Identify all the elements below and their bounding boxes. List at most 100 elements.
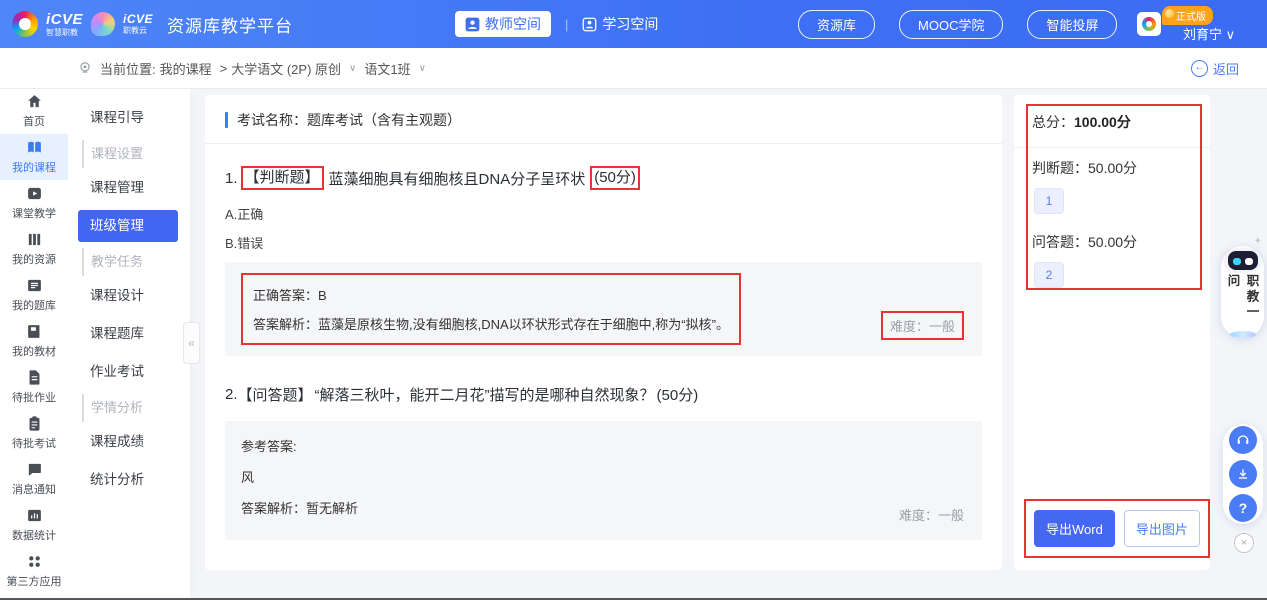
submenu-course-design[interactable]: 课程设计	[68, 280, 190, 312]
question-1-difficulty: 难度：一般	[890, 319, 955, 334]
question-1-score: (50分)	[594, 169, 636, 186]
close-icon: ×	[1241, 537, 1247, 549]
sidebar-item-pending-homework[interactable]: 待批作业	[0, 364, 68, 410]
sidebar-item-message-notice[interactable]: 消息通知	[0, 456, 68, 502]
question-1-type-tag: 【判断题】	[245, 169, 320, 186]
question-1-option-a: A.正确	[225, 204, 982, 223]
classroom-teaching-icon	[26, 185, 43, 202]
primary-sidebar: 首页 我的课程 课堂教学 我的资源 我的题库 我的教材 待批作业 待批考试 消息…	[0, 88, 69, 600]
breadcrumb-course-select[interactable]: 大学语文 (2P) 原创	[231, 59, 341, 78]
course-caret-icon[interactable]: ∨	[349, 63, 356, 74]
my-textbook-icon	[26, 323, 43, 340]
sidebar-collapse-handle[interactable]: «	[183, 322, 200, 364]
sidebar-item-third-party-apps[interactable]: 第三方应用	[0, 548, 68, 594]
icve-logo-text: iCVE 智慧职教	[46, 12, 83, 37]
qa-group-label: 问答题：50.00分	[1032, 232, 1192, 252]
question-1-number: 1.	[225, 170, 238, 187]
learning-space-icon	[582, 17, 597, 32]
question-1-correct-answer: 正确答案：B	[253, 285, 729, 304]
zjy-peacock-logo-icon	[91, 12, 115, 36]
teacher-space-label: 教师空间	[485, 14, 541, 34]
pending-exam-icon	[26, 415, 43, 432]
sidebar-item-my-question-bank[interactable]: 我的题库	[0, 272, 68, 318]
question-2-analysis: 答案解析：暂无解析	[241, 498, 966, 517]
submenu-course-grades[interactable]: 课程成绩	[68, 426, 190, 458]
close-toolbar-button[interactable]: ×	[1234, 533, 1254, 553]
sidebar-item-my-textbook[interactable]: 我的教材	[0, 318, 68, 364]
sidebar-item-home[interactable]: 首页	[0, 88, 68, 134]
exam-preview-panel: 考试名称：题库考试（含有主观题） 1. 【判断题】 蓝藻细胞具有细胞核且DNA分…	[205, 95, 1002, 570]
my-courses-icon	[26, 139, 43, 156]
total-score-row: 总分：100.00分	[1014, 95, 1210, 132]
sidebar-item-my-courses[interactable]: 我的课程	[0, 134, 68, 180]
breadcrumb-bar: 当前位置: 我的课程 > 大学语文 (2P) 原创 ∨ 语文1班 ∨ ← 返回	[0, 48, 1267, 89]
download-icon	[1235, 466, 1251, 482]
user-menu[interactable]: 刘育宁 ∨	[1183, 24, 1235, 43]
submenu-class-management[interactable]: 班级管理	[78, 210, 178, 242]
breadcrumb-class-select[interactable]: 语文1班	[364, 59, 410, 78]
resource-library-button[interactable]: 资源库	[798, 10, 875, 39]
question-1-option-b: B.错误	[225, 233, 982, 252]
questions-area: 1. 【判断题】 蓝藻细胞具有细胞核且DNA分子呈环状 (50分) A.正确 B…	[205, 166, 1002, 540]
question-2-title: 2. 【问答题】 “解落三秋叶，能开二月花”描写的是哪种自然现象？ (50分)	[225, 384, 982, 405]
sidebar-item-classroom-teaching[interactable]: 课堂教学	[0, 180, 68, 226]
pending-homework-icon	[26, 369, 43, 386]
customer-service-button[interactable]	[1229, 426, 1257, 454]
tab-learning-space[interactable]: 学习空间	[582, 14, 658, 34]
submenu-section-teaching-tasks: 教学任务	[82, 248, 190, 276]
question-2-type-tag: 【问答题】	[238, 384, 313, 405]
export-image-button[interactable]: 导出图片	[1124, 510, 1200, 547]
nav-divider: |	[565, 17, 568, 32]
exam-name-row: 考试名称：题库考试（含有主观题）	[205, 95, 1002, 144]
question-mark-icon: ?	[1239, 500, 1248, 516]
brand-area: iCVE 智慧职教 iCVE 职教云 资源库教学平台	[0, 11, 293, 37]
question-nav-button-1[interactable]: 1	[1034, 188, 1064, 214]
space-switcher: 教师空间 | 学习空间	[455, 0, 658, 48]
logo2-title: iCVE	[123, 13, 153, 25]
message-notice-icon	[26, 461, 43, 478]
version-badge: 正式版	[1162, 6, 1213, 25]
back-arrow-icon: ←	[1191, 60, 1208, 77]
ai-assistant-widget[interactable]: ✦ 职教一问	[1221, 246, 1264, 338]
question-nav-button-2[interactable]: 2	[1034, 262, 1064, 288]
mini-swirl-icon	[1142, 17, 1156, 31]
submenu-course-question-bank[interactable]: 课程题库	[68, 318, 190, 350]
course-submenu: 课程引导 课程设置 课程管理 班级管理 教学任务 课程设计 课程题库 作业考试 …	[68, 88, 190, 600]
logo2-sub: 职教云	[123, 27, 153, 35]
my-question-bank-icon	[26, 277, 43, 294]
back-button[interactable]: ← 返回	[1191, 59, 1239, 78]
mooc-academy-button[interactable]: MOOC学院	[899, 10, 1003, 39]
submenu-statistics-analysis[interactable]: 统计分析	[68, 464, 190, 496]
tab-teacher-space[interactable]: 教师空间	[455, 11, 551, 37]
location-pin-icon	[78, 61, 92, 75]
submenu-course-intro[interactable]: 课程引导	[68, 102, 190, 134]
sidebar-item-my-resources[interactable]: 我的资源	[0, 226, 68, 272]
submenu-section-learning-analysis: 学情分析	[82, 394, 190, 422]
cloud-icon	[1230, 331, 1256, 338]
help-button[interactable]: ?	[1229, 494, 1257, 522]
breadcrumb-my-courses[interactable]: 我的课程	[160, 59, 212, 78]
sidebar-item-data-stats[interactable]: 数据统计	[0, 502, 68, 548]
question-2-text: “解落三秋叶，能开二月花”描写的是哪种自然现象？	[315, 384, 655, 405]
question-1-options: A.正确 B.错误	[225, 204, 982, 252]
download-button[interactable]	[1229, 460, 1257, 488]
annotation-box-q1-difficulty: 难度：一般	[881, 311, 964, 340]
question-2-reference-label: 参考答案:	[241, 436, 966, 455]
export-word-button[interactable]: 导出Word	[1034, 510, 1115, 547]
zjy-logo-text: iCVE 职教云	[123, 13, 153, 35]
question-2-difficulty: 难度：一般	[899, 505, 964, 524]
question-1-text: 蓝藻细胞具有细胞核且DNA分子呈环状	[329, 168, 586, 189]
smart-screencast-button[interactable]: 智能投屏	[1027, 10, 1117, 39]
logo1-sub: 智慧职教	[46, 29, 83, 37]
robot-icon	[1228, 251, 1258, 270]
exam-name: 考试名称：题库考试（含有主观题）	[237, 110, 461, 130]
question-2-reference-answer: 风	[241, 467, 966, 486]
submenu-homework-exam[interactable]: 作业考试	[68, 356, 190, 388]
submenu-course-management[interactable]: 课程管理	[68, 172, 190, 204]
user-name: 刘育宁	[1183, 27, 1222, 42]
user-caret-icon: ∨	[1226, 27, 1236, 42]
floating-toolbar: ?	[1223, 424, 1263, 524]
sidebar-item-pending-exam[interactable]: 待批考试	[0, 410, 68, 456]
class-caret-icon[interactable]: ∨	[419, 63, 426, 74]
icve-swirl-logo-icon	[12, 11, 38, 37]
